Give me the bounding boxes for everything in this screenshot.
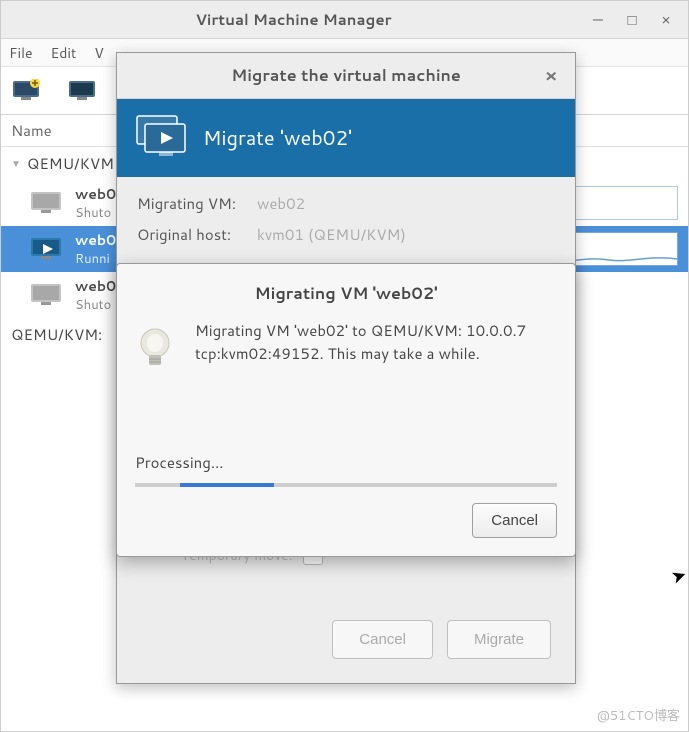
vm-off-icon: [29, 190, 65, 216]
cursor-icon: ➤: [667, 560, 689, 590]
cancel-button[interactable]: Cancel: [472, 503, 557, 538]
dialog-title: Migrate the virtual machine: [231, 64, 461, 87]
new-vm-icon[interactable]: [11, 79, 43, 103]
window-title: Virtual Machine Manager: [11, 9, 576, 30]
original-host-value: kvm01 (QEMU/KVM): [257, 224, 406, 245]
banner-title: Migrate 'web02': [203, 124, 352, 152]
menu-edit[interactable]: Edit: [51, 43, 77, 63]
vm-running-icon: [29, 236, 65, 262]
close-icon[interactable]: ×: [539, 63, 563, 87]
cpu-sparkline: [558, 232, 678, 266]
vm-off-icon: [29, 282, 65, 308]
expander-icon[interactable]: ▼: [11, 157, 21, 171]
progress-message: Migrating VM 'web02' to QEMU/KVM: 10.0.0…: [195, 319, 557, 438]
open-console-icon[interactable]: [67, 79, 99, 103]
minimize-button[interactable]: —: [586, 8, 610, 32]
vm-banner-icon: [133, 114, 189, 162]
dialog-title-bar: Migrate the virtual machine ×: [117, 53, 575, 99]
maximize-button[interactable]: □: [620, 8, 644, 32]
progress-bar: [135, 483, 557, 487]
cpu-sparkline: [558, 186, 678, 220]
migrating-vm-label: Migrating VM:: [137, 193, 247, 214]
lightbulb-icon: [135, 319, 179, 438]
original-host-label: Original host:: [137, 224, 247, 245]
progress-dialog: Migrating VM 'web02' Migrating VM 'web02…: [116, 263, 576, 557]
cancel-button[interactable]: Cancel: [332, 620, 433, 659]
progress-fill: [180, 483, 274, 487]
watermark: @51CTO博客: [597, 705, 680, 725]
connection-label: QEMU/KVM: [27, 153, 114, 174]
migrating-vm-value: web02: [257, 193, 305, 214]
menu-view[interactable]: V: [94, 43, 104, 63]
dialog-banner: Migrate 'web02': [117, 99, 575, 177]
window-titlebar: Virtual Machine Manager — □ ×: [1, 1, 688, 39]
migrate-button[interactable]: Migrate: [447, 620, 551, 659]
connection-label: QEMU/KVM:: [11, 324, 102, 345]
close-button[interactable]: ×: [654, 8, 678, 32]
processing-label: Processing...: [117, 452, 575, 473]
progress-title: Migrating VM 'web02': [117, 282, 575, 305]
menu-file[interactable]: File: [9, 43, 33, 63]
